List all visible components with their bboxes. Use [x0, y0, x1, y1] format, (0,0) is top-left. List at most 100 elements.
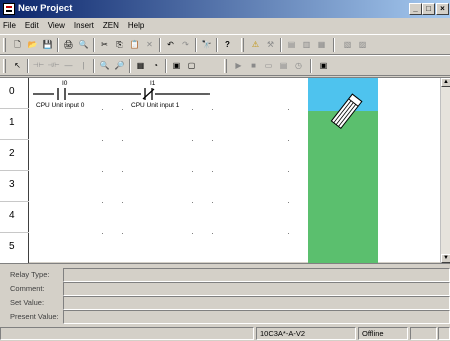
grid-dot — [192, 171, 193, 172]
stop-button[interactable]: ■ — [246, 59, 261, 73]
resize-grip[interactable] — [438, 327, 450, 340]
rung-number[interactable]: 3 — [0, 171, 29, 202]
ladder-canvas[interactable] — [30, 78, 440, 263]
memory-button[interactable]: ▣ — [316, 59, 331, 73]
toolbar-grip[interactable] — [3, 59, 6, 73]
compare-button[interactable]: ▦ — [314, 38, 329, 52]
rung-number[interactable]: 2 — [0, 140, 29, 171]
vertical-scrollbar[interactable]: ▲ ▼ — [440, 78, 450, 263]
delete-button[interactable]: ✕ — [142, 38, 157, 52]
vertical-line-tool-button[interactable]: | — [76, 59, 91, 73]
grid-dot — [122, 233, 123, 234]
grid-dot — [102, 202, 103, 203]
find-button[interactable]: 🔭 — [199, 38, 214, 52]
comment-field[interactable] — [63, 282, 450, 296]
scroll-down-button[interactable]: ▼ — [441, 254, 450, 263]
present-value-field[interactable] — [63, 310, 450, 324]
close-button[interactable]: × — [436, 3, 449, 15]
nc-contact-icon[interactable] — [141, 88, 155, 100]
toolbar-separator — [333, 38, 335, 52]
monitor-button[interactable]: ▧ — [340, 38, 355, 52]
toolbar-grip[interactable] — [224, 59, 227, 73]
print-button[interactable]: 🖨 — [61, 38, 76, 52]
comment-button[interactable]: ◔ — [148, 59, 163, 73]
ladder-grid[interactable]: I0 CPU Unit input 0 I1 CPU Unit input 1 — [30, 78, 440, 263]
cut-button[interactable]: ✂ — [97, 38, 112, 52]
run-button[interactable]: ▶ — [231, 59, 246, 73]
grid-dot — [212, 171, 213, 172]
open-button[interactable]: 📂 — [25, 38, 40, 52]
no-contact-tool-button[interactable]: ⊣⊢ — [31, 59, 46, 73]
rung-number[interactable]: 5 — [0, 233, 29, 264]
grid-dot — [192, 202, 193, 203]
grid-button[interactable]: ▦ — [133, 59, 148, 73]
timer-button[interactable]: ◷ — [291, 59, 306, 73]
transfer-from-button[interactable]: ▥ — [299, 38, 314, 52]
toolbar-separator — [216, 38, 218, 52]
grid-dot — [288, 140, 289, 141]
print-preview-button[interactable]: 🔍 — [76, 38, 91, 52]
simulation-button[interactable]: ⚒ — [263, 38, 278, 52]
help-button[interactable]: ? — [220, 38, 235, 52]
rung-number[interactable]: 4 — [0, 202, 29, 233]
maximize-button[interactable]: □ — [422, 3, 435, 15]
program-check-button[interactable]: ⚠ — [248, 38, 263, 52]
zoom-in-button[interactable]: 🔍 — [97, 59, 112, 73]
grid-dot — [102, 233, 103, 234]
scroll-up-button[interactable]: ▲ — [441, 78, 450, 87]
toolbar-separator — [27, 59, 29, 73]
nc-contact-tool-button[interactable]: ⊣/⊢ — [46, 59, 61, 73]
menu-file[interactable]: File — [3, 21, 16, 30]
copy-button[interactable]: ⎘ — [112, 38, 127, 52]
program-mode-button[interactable]: ▭ — [261, 59, 276, 73]
zoom-out-button[interactable]: 🔎 — [112, 59, 127, 73]
transfer-to-button[interactable]: ▤ — [284, 38, 299, 52]
redo-button[interactable]: ↷ — [178, 38, 193, 52]
grid-dot — [212, 233, 213, 234]
monitor-mode-button[interactable]: ▤ — [276, 59, 291, 73]
menu-insert[interactable]: Insert — [74, 21, 94, 30]
grid-dot — [288, 233, 289, 234]
relay-type-field[interactable] — [63, 268, 450, 282]
new-button[interactable]: 🗋 — [10, 38, 25, 52]
monitor-values-button[interactable]: ▢ — [184, 59, 199, 73]
toolbar-grip[interactable] — [241, 38, 244, 52]
toolbar-separator — [280, 38, 282, 52]
undo-button[interactable]: ↶ — [163, 38, 178, 52]
grid-dot — [122, 109, 123, 110]
toolbar-separator — [310, 59, 312, 73]
contact-address: I0 — [62, 80, 68, 87]
grid-dot — [192, 233, 193, 234]
grid-dot — [192, 140, 193, 141]
drop-zone-bottom[interactable] — [308, 111, 378, 263]
io-comment-button[interactable]: ▣ — [169, 59, 184, 73]
online-edit-button[interactable]: ▨ — [355, 38, 370, 52]
rung-number-column: 0 1 2 3 4 5 — [0, 78, 29, 264]
menu-view[interactable]: View — [48, 21, 65, 30]
grid-dot — [192, 109, 193, 110]
set-value-label: Set Value: — [10, 298, 45, 307]
minimize-button[interactable]: _ — [409, 3, 422, 15]
ladder-editor[interactable]: 0 1 2 3 4 5 I0 CPU Unit input 0 I1 CPU U… — [0, 77, 450, 264]
menu-bar: File Edit View Insert ZEN Help — [0, 18, 450, 33]
toolbar-grip[interactable] — [3, 38, 6, 52]
set-value-field[interactable] — [63, 296, 450, 310]
menu-help[interactable]: Help — [128, 21, 144, 30]
menu-zen[interactable]: ZEN — [103, 21, 119, 30]
save-button[interactable]: 💾 — [40, 38, 55, 52]
app-icon — [3, 3, 15, 15]
menu-edit[interactable]: Edit — [25, 21, 39, 30]
grid-dot — [102, 140, 103, 141]
no-contact-icon[interactable] — [54, 88, 68, 100]
horizontal-line-tool-button[interactable]: — — [61, 59, 76, 73]
grid-dots — [102, 109, 289, 234]
status-extra-pane — [410, 327, 437, 340]
title-bar[interactable]: New Project _ □ × — [0, 0, 450, 18]
rung-number[interactable]: 0 — [0, 78, 29, 109]
select-tool-button[interactable]: ↖ — [10, 59, 25, 73]
grid-dot — [212, 140, 213, 141]
set-value-row: Set Value: — [0, 296, 450, 310]
grid-dot — [288, 109, 289, 110]
paste-button[interactable]: 📋 — [127, 38, 142, 52]
rung-number[interactable]: 1 — [0, 109, 29, 140]
